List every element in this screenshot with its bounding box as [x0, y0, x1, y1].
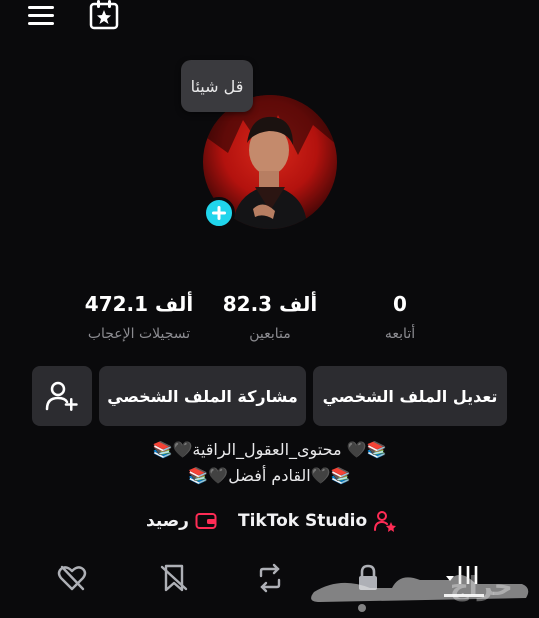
- calendar-star-icon[interactable]: [88, 0, 120, 32]
- tiktok-studio-link[interactable]: TikTok Studio: [238, 508, 397, 534]
- share-profile-label: مشاركة الملف الشخصي: [107, 386, 298, 406]
- tab-reposts[interactable]: [254, 562, 286, 594]
- edit-profile-label: تعديل الملف الشخصي: [322, 386, 498, 406]
- favorites-hidden-icon: [160, 564, 188, 592]
- edit-profile-button[interactable]: تعديل الملف الشخصي: [313, 366, 507, 426]
- bubble-text: قل شيئا: [190, 76, 244, 96]
- tab-favorites[interactable]: [158, 562, 190, 594]
- following-label: أتابعه: [384, 326, 416, 342]
- share-profile-button[interactable]: مشاركة الملف الشخصي: [99, 366, 306, 426]
- balance-label: رصيد: [146, 511, 189, 531]
- bio-line-1: 📚🖤 محتوى_العقول_الراقية🖤📚: [152, 440, 387, 459]
- say-something-bubble[interactable]: قل شيئا: [181, 60, 253, 112]
- studio-person-icon: [374, 511, 397, 532]
- wallet-icon: [195, 513, 217, 529]
- menu-icon[interactable]: [26, 0, 58, 32]
- add-friend-icon: [45, 381, 78, 411]
- balance-link[interactable]: رصيد: [146, 508, 217, 534]
- likes-label: تسجيلات الإعجاب: [87, 326, 191, 342]
- repost-icon: [259, 563, 281, 593]
- tab-liked[interactable]: [56, 562, 88, 594]
- liked-hidden-icon: [57, 565, 87, 591]
- likes-count: 472.1 ألف: [84, 292, 194, 316]
- following-count: 0: [393, 292, 407, 316]
- followers-count: 82.3 ألف: [222, 292, 318, 316]
- add-friend-button[interactable]: [32, 366, 92, 426]
- followers-label: متابعين: [249, 326, 291, 342]
- bio-line-2: 📚🖤القادم أفضل🖤📚: [188, 466, 351, 485]
- haraj-watermark: حراج: [300, 558, 535, 614]
- add-story-button[interactable]: [203, 197, 235, 229]
- plus-icon: [212, 206, 226, 220]
- studio-label: TikTok Studio: [238, 511, 368, 531]
- watermark-text: حراج: [450, 572, 513, 602]
